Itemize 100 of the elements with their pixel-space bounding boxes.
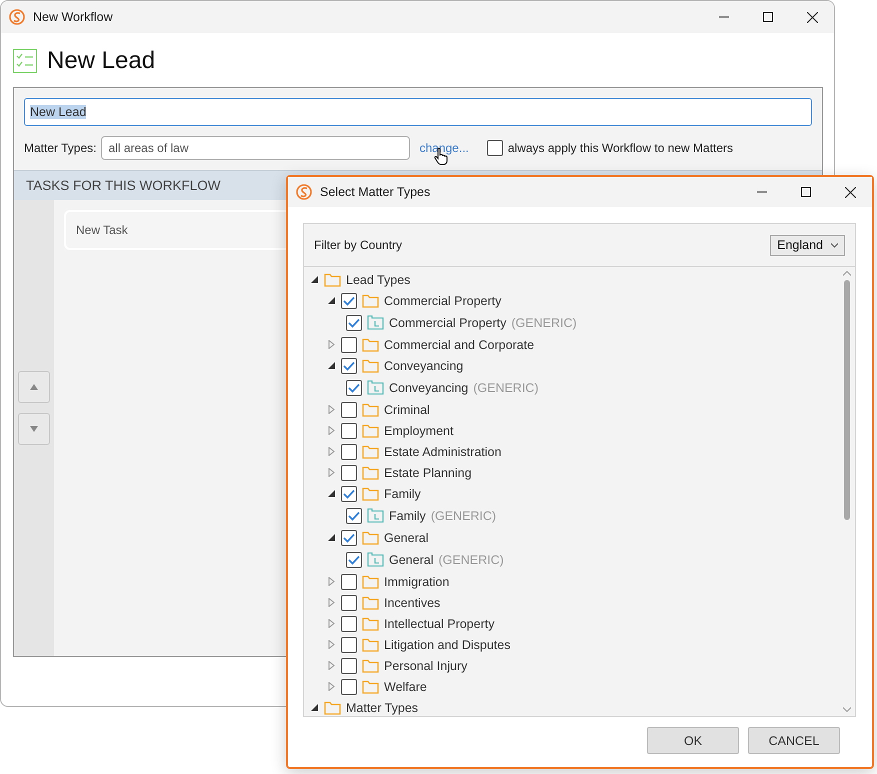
generic-tag: (GENERIC) bbox=[430, 508, 496, 522]
tree-item-label[interactable]: Family bbox=[389, 508, 426, 522]
tree-item-label[interactable]: Commercial Property bbox=[384, 294, 502, 308]
collapse-icon[interactable] bbox=[310, 703, 319, 712]
expand-icon[interactable] bbox=[327, 426, 336, 435]
folder-icon bbox=[362, 402, 379, 416]
logo-icon bbox=[9, 9, 25, 25]
down-triangle-icon bbox=[30, 426, 38, 432]
folder-icon bbox=[362, 530, 379, 544]
checkbox[interactable] bbox=[341, 530, 357, 546]
checkbox[interactable] bbox=[341, 292, 357, 308]
tree-item-label[interactable]: Commercial and Corporate bbox=[384, 338, 534, 352]
checkbox[interactable] bbox=[341, 636, 357, 652]
document-icon bbox=[367, 508, 384, 523]
document-icon bbox=[367, 315, 384, 330]
folder-icon bbox=[362, 294, 379, 308]
name-field[interactable]: New Lead bbox=[24, 98, 812, 126]
expand-icon[interactable] bbox=[327, 640, 336, 649]
tree-item-label[interactable]: Conveyancing bbox=[384, 358, 464, 372]
move-down-button[interactable] bbox=[18, 413, 50, 445]
collapse-icon[interactable] bbox=[327, 489, 336, 498]
checkbox[interactable] bbox=[341, 678, 357, 694]
tree-item-label[interactable]: Criminal bbox=[384, 402, 430, 416]
folder-icon bbox=[362, 658, 379, 672]
tree-item-label[interactable]: Incentives bbox=[384, 596, 440, 610]
folder-icon bbox=[362, 486, 379, 500]
generic-tag: (GENERIC) bbox=[473, 380, 538, 394]
checkbox[interactable] bbox=[341, 422, 357, 438]
checkbox[interactable] bbox=[341, 616, 357, 632]
tree-item-label[interactable]: General bbox=[389, 552, 434, 566]
expand-icon[interactable] bbox=[327, 447, 336, 456]
checkbox[interactable] bbox=[346, 508, 362, 524]
collapse-icon[interactable] bbox=[327, 533, 336, 542]
checkbox[interactable] bbox=[346, 314, 362, 330]
filter-label: Filter by Country bbox=[314, 238, 402, 252]
checkbox[interactable] bbox=[341, 594, 357, 610]
expand-icon[interactable] bbox=[327, 619, 336, 628]
change-link[interactable]: change... bbox=[419, 141, 469, 155]
tree-item-label[interactable]: Intellectual Property bbox=[384, 616, 494, 630]
expand-icon[interactable] bbox=[327, 598, 336, 607]
tree-item-label[interactable]: Lead Types bbox=[346, 272, 410, 286]
checkbox[interactable] bbox=[341, 574, 357, 590]
tree-item-label[interactable]: Estate Planning bbox=[384, 466, 472, 480]
tree-item-label[interactable]: Personal Injury bbox=[384, 658, 468, 672]
window-title: New Workflow bbox=[33, 10, 114, 24]
checkbox[interactable] bbox=[486, 140, 503, 156]
dialog-title: Select Matter Types bbox=[320, 185, 432, 199]
matter-types-field[interactable]: all areas of law bbox=[101, 136, 410, 160]
tree-item-label[interactable]: Welfare bbox=[384, 680, 427, 694]
folder-icon bbox=[362, 358, 379, 372]
workflow-heading: New Lead bbox=[47, 47, 156, 75]
tree-item-label[interactable]: General bbox=[384, 530, 428, 544]
checkbox[interactable] bbox=[341, 486, 357, 502]
folder-icon bbox=[362, 424, 379, 438]
checkbox[interactable] bbox=[341, 402, 357, 418]
scroll-up-icon[interactable] bbox=[842, 271, 850, 276]
checkbox[interactable] bbox=[346, 380, 362, 396]
expand-icon[interactable] bbox=[327, 405, 336, 414]
tree-item-label[interactable]: Conveyancing bbox=[389, 380, 468, 394]
collapse-icon[interactable] bbox=[310, 275, 319, 284]
checkbox[interactable] bbox=[341, 444, 357, 460]
tree-item-label[interactable]: Litigation and Disputes bbox=[384, 638, 510, 652]
folder-icon bbox=[324, 700, 341, 714]
tree-item-label[interactable]: Family bbox=[384, 486, 421, 500]
document-icon bbox=[367, 380, 384, 395]
maximize-icon[interactable] bbox=[763, 12, 773, 22]
country-dropdown[interactable]: England bbox=[770, 234, 845, 256]
tree-item-label[interactable]: Matter Types bbox=[346, 700, 418, 714]
tree-item-label[interactable]: Commercial Property bbox=[389, 316, 506, 330]
expand-icon[interactable] bbox=[327, 468, 336, 477]
collapse-icon[interactable] bbox=[327, 296, 336, 305]
generic-tag: (GENERIC) bbox=[438, 552, 504, 566]
close-icon[interactable] bbox=[844, 186, 856, 198]
move-up-button[interactable] bbox=[18, 371, 50, 403]
checkbox[interactable] bbox=[346, 552, 362, 568]
expand-icon[interactable] bbox=[327, 682, 336, 691]
dialog-button[interactable]: OK bbox=[647, 727, 739, 754]
expand-icon[interactable] bbox=[327, 661, 336, 670]
checklist-icon bbox=[13, 49, 37, 73]
collapse-icon[interactable] bbox=[327, 361, 336, 370]
tree-item-label[interactable]: Employment bbox=[384, 424, 454, 438]
chevron-down-icon bbox=[831, 242, 838, 248]
up-triangle-icon bbox=[30, 384, 38, 390]
folder-icon bbox=[362, 638, 379, 652]
expand-icon[interactable] bbox=[327, 340, 336, 349]
checkbox[interactable] bbox=[341, 336, 357, 352]
folder-icon bbox=[362, 680, 379, 694]
expand-icon[interactable] bbox=[327, 577, 336, 586]
close-icon[interactable] bbox=[806, 12, 818, 22]
tree-item-label[interactable]: Immigration bbox=[384, 574, 450, 588]
dialog-button[interactable]: CANCEL bbox=[748, 727, 840, 754]
checkbox[interactable] bbox=[341, 358, 357, 374]
folder-icon bbox=[362, 616, 379, 630]
checkbox[interactable] bbox=[341, 658, 357, 674]
tree-item-label[interactable]: Estate Administration bbox=[384, 444, 502, 458]
maximize-icon[interactable] bbox=[801, 187, 811, 197]
checkbox[interactable] bbox=[341, 464, 357, 480]
folder-icon bbox=[362, 338, 379, 352]
generic-tag: (GENERIC) bbox=[511, 316, 577, 330]
scroll-down-icon[interactable] bbox=[842, 707, 850, 712]
